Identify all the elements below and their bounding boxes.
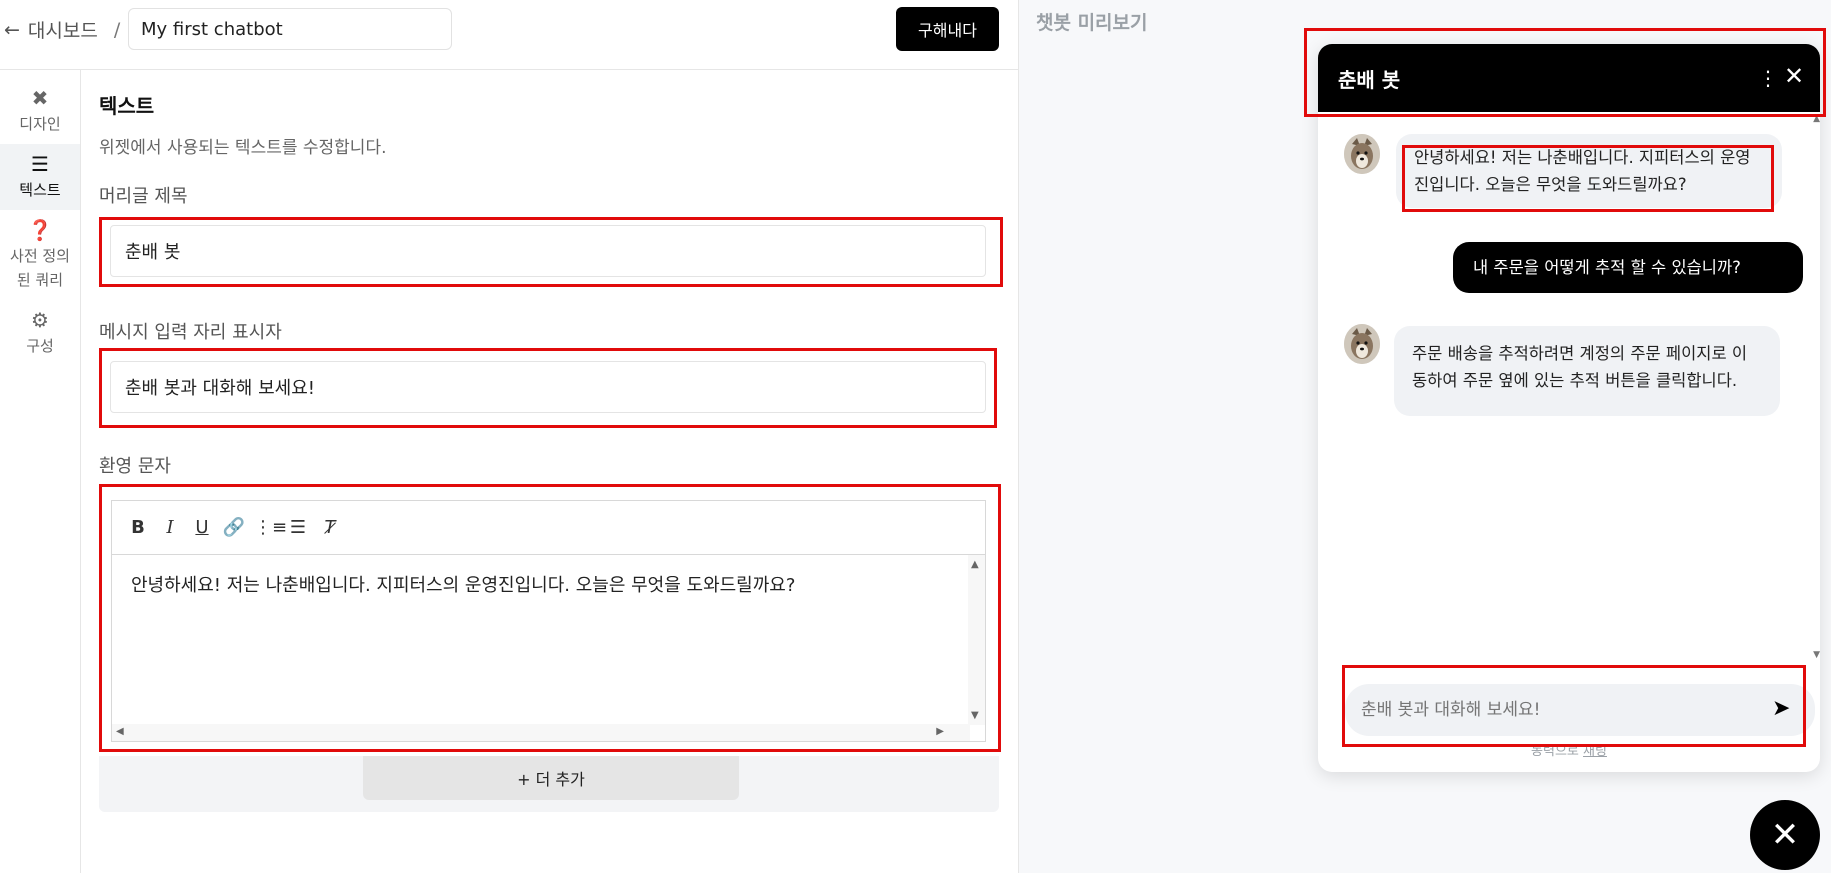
sidebar-item-label: 디자인 [19,115,61,133]
question-icon: ❓ [27,218,53,242]
editor-horizontal-scrollbar[interactable]: ◀ ▶ [112,724,970,741]
placeholder-label: 메시지 입력 자리 표시자 [99,322,282,343]
bold-icon[interactable]: B [126,516,150,540]
scroll-up-icon[interactable]: ▲ [971,559,979,570]
chat-toggle-close-button[interactable]: ✕ [1750,800,1820,870]
placeholder-input[interactable] [110,361,986,413]
chatbot-name-input[interactable] [128,8,452,50]
text-icon: ☰ [31,152,49,176]
bot-message-bubble: 주문 배송을 추적하려면 계정의 주문 페이지로 이동하여 주문 옆에 있는 추… [1394,326,1780,416]
italic-icon[interactable]: I [158,516,182,540]
link-icon[interactable]: 🔗 [222,516,246,540]
chat-header-highlight [1304,28,1826,117]
publish-button[interactable]: 구해내다 [896,7,999,51]
close-icon: ✕ [1770,815,1800,855]
sidebar-item-label: 구성 [26,337,54,355]
text-settings-panel: 텍스트 위젯에서 사용되는 텍스트를 수정합니다. 머리글 제목 메시지 입력 … [99,70,1003,870]
clear-format-icon[interactable]: T̷ [318,516,342,540]
sidebar-item-text[interactable]: ☰ 텍스트 [0,144,80,210]
top-bar: ← 대시보드 / 구해내다 [0,0,1018,70]
chat-scroll-down-icon[interactable]: ▼ [1813,650,1820,660]
arrow-left-icon: ← [4,18,20,41]
editor-vertical-scrollbar[interactable]: ▲ ▼ [968,555,985,725]
editor-toolbar: B I U 🔗 ⋮≡ ☰ T̷ [112,501,985,555]
bot-avatar [1344,134,1380,174]
bullet-list-icon[interactable]: ☰ [286,516,310,540]
welcome-text-area[interactable]: 안녕하세요! 저는 나춘배입니다. 지피터스의 운영진입니다. 오늘은 무엇을 … [112,555,985,725]
chat-input-highlight [1342,665,1806,747]
sidebar-item-label-line2: 된 쿼리 [16,271,64,289]
panel-title: 텍스트 [99,94,155,118]
scroll-right-icon[interactable]: ▶ [936,726,944,737]
bot-avatar [1344,324,1380,364]
panel-description: 위젯에서 사용되는 텍스트를 수정합니다. [99,138,387,158]
header-title-label: 머리글 제목 [99,186,188,207]
back-link[interactable]: ← 대시보드 / [4,16,120,43]
back-label: 대시보드 [27,20,98,42]
sidebar-item-settings[interactable]: ⚙ 구성 [0,300,80,366]
welcome-editor: B I U 🔗 ⋮≡ ☰ T̷ 안녕하세요! 저는 나춘배입니다. 지피터스의 … [111,500,986,742]
header-title-input[interactable] [110,225,986,277]
user-message-bubble: 내 주문을 어떻게 추적 할 수 있습니까? [1453,242,1803,293]
welcome-label: 환영 문자 [99,456,171,477]
ordered-list-icon[interactable]: ⋮≡ [254,516,287,540]
add-more-button[interactable]: + 더 추가 [363,756,739,800]
sidebar-item-queries[interactable]: ❓ 사전 정의 된 쿼리 [0,210,80,300]
sidebar-item-label: 텍스트 [19,181,61,199]
scroll-left-icon[interactable]: ◀ [116,726,124,737]
breadcrumb-separator: / [113,18,121,41]
dog-avatar-icon [1344,324,1380,364]
design-icon: ✖ [31,86,49,110]
welcome-message-highlight [1402,145,1774,212]
sidebar-item-design[interactable]: ✖ 디자인 [0,78,80,144]
gear-icon: ⚙ [31,308,49,332]
preview-title: 챗봇 미리보기 [1036,12,1148,34]
sidebar-item-label-line1: 사전 정의 [10,247,70,265]
scroll-down-icon[interactable]: ▼ [971,710,979,721]
sidebar: ✖ 디자인 ☰ 텍스트 ❓ 사전 정의 된 쿼리 ⚙ 구성 [0,70,81,873]
underline-icon[interactable]: U [190,516,214,540]
dog-avatar-icon [1344,134,1380,174]
add-more-area: + 더 추가 [99,756,999,812]
